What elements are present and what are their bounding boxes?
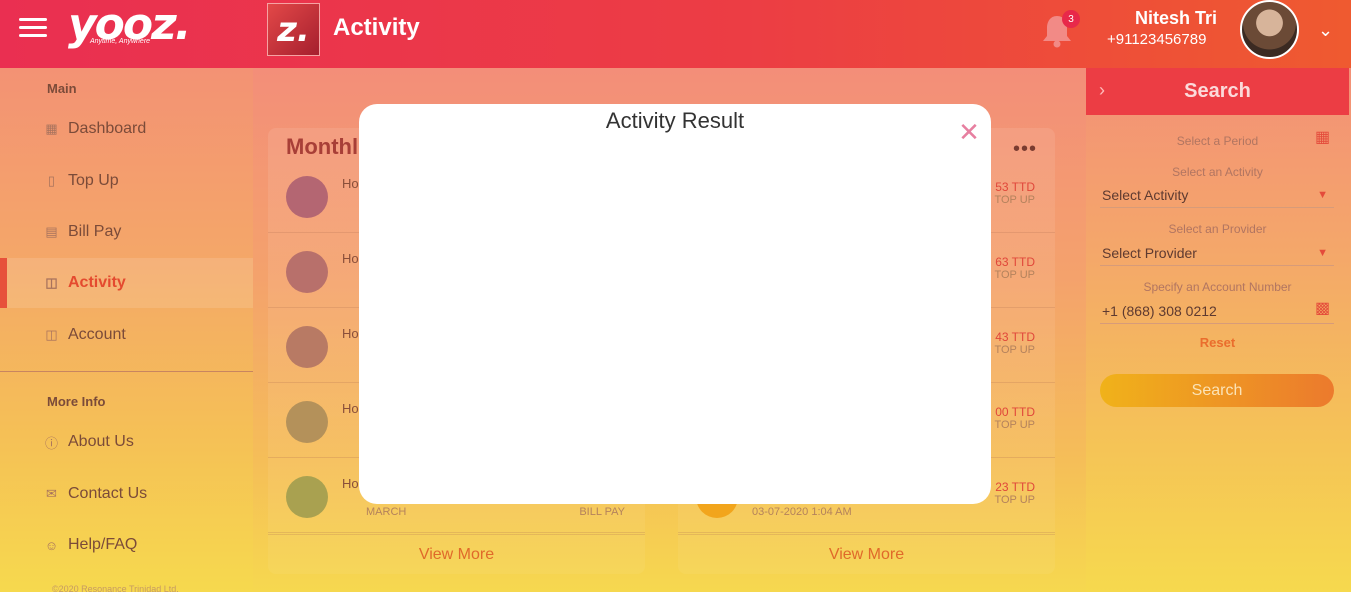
- transaction-type: TOP UP: [994, 419, 1035, 431]
- amount-value: 53: [995, 180, 1009, 194]
- bill-icon: [286, 401, 328, 443]
- card-title: Monthl: [286, 134, 359, 159]
- account-icon: ◫: [45, 327, 58, 342]
- view-more-link[interactable]: View More: [678, 534, 1055, 574]
- account-number-value: +1 (868) 308 0212: [1102, 302, 1217, 319]
- sidebar-item-label: Top Up: [68, 172, 119, 189]
- list-item-label: Ho: [342, 401, 359, 416]
- avatar[interactable]: [1240, 0, 1299, 59]
- transaction-type: TOP UP: [994, 194, 1035, 206]
- sidebar-item-label: Account: [68, 326, 126, 343]
- copyright: ©2020 Resonance Trinidad Ltd.: [52, 584, 179, 592]
- active-indicator: [0, 258, 7, 308]
- search-panel-header: › Search: [1086, 68, 1349, 115]
- amount-value: 63: [995, 255, 1009, 269]
- menu-icon[interactable]: [19, 18, 47, 38]
- sidebar-item-label: Bill Pay: [68, 223, 122, 240]
- user-phone: +91123456789: [1107, 31, 1207, 48]
- logo-tagline: Anytime, Anywhere: [90, 38, 151, 45]
- close-icon[interactable]: ✕: [957, 119, 981, 145]
- contact-book-icon[interactable]: ▩: [1315, 298, 1330, 318]
- amount-value: 43: [995, 330, 1009, 344]
- notification-bell-icon[interactable]: 3: [1042, 10, 1080, 48]
- sidebar-item-label: Dashboard: [68, 120, 147, 137]
- chevron-down-icon: ▼: [1317, 188, 1328, 201]
- currency: TTD: [1011, 330, 1035, 344]
- currency: TTD: [1011, 255, 1035, 269]
- info-icon: ⓘ: [44, 435, 58, 451]
- transaction-type: TOP UP: [994, 269, 1035, 281]
- bill-icon: [286, 251, 328, 293]
- notification-badge: 3: [1062, 10, 1080, 28]
- app-icon: z.: [267, 3, 320, 56]
- activity-icon: ◫: [45, 275, 58, 290]
- currency: TTD: [1011, 405, 1035, 419]
- sidebar-item-label: Help/FAQ: [68, 536, 138, 553]
- list-item-type: BILL PAY: [579, 506, 625, 518]
- provider-select-value: Select Provider: [1102, 244, 1197, 261]
- sidebar-item-account[interactable]: ◫ Account: [0, 310, 253, 360]
- period-label: Select a Period: [1176, 134, 1259, 148]
- search-button[interactable]: Search: [1100, 374, 1334, 407]
- transaction-type: TOP UP: [994, 494, 1035, 506]
- activity-select[interactable]: Select Activity ▼: [1100, 182, 1334, 208]
- transaction-date: 03-07-2020 1:04 AM: [752, 506, 852, 518]
- bill-icon: ▤: [45, 224, 58, 239]
- list-item-label: Ho: [342, 176, 359, 191]
- provider-select[interactable]: Select Provider ▼: [1100, 240, 1334, 266]
- list-item-label: Ho: [342, 476, 359, 491]
- sidebar-item-label: About Us: [68, 433, 134, 450]
- user-name: Nitesh Tri: [1135, 8, 1218, 28]
- list-item-subtitle: MARCH: [366, 506, 407, 518]
- chevron-down-icon[interactable]: ⌄: [1318, 20, 1333, 41]
- currency: TTD: [1011, 180, 1035, 194]
- top-header: yooz. Anytime, Anywhere z. Activity 3 Ni…: [0, 0, 1351, 68]
- view-more-link[interactable]: View More: [268, 534, 645, 574]
- list-item-label: Ho: [342, 326, 359, 341]
- sidebar-item-dashboard[interactable]: ▦ Dashboard: [0, 104, 253, 154]
- sidebar: Main ▦ Dashboard ▯ Top Up ▤ Bill Pay ◫ A…: [0, 68, 253, 592]
- sidebar-heading-main: Main: [47, 81, 77, 96]
- contact-icon: ✉: [46, 486, 57, 501]
- account-label: Specify an Account Number: [1143, 280, 1292, 294]
- list-item-label: Ho: [342, 251, 359, 266]
- bill-icon: [286, 476, 328, 518]
- modal-title: Activity Result: [605, 108, 745, 133]
- sidebar-item-about-us[interactable]: ⓘ About Us: [0, 417, 253, 467]
- search-panel-title: Search: [1184, 80, 1251, 102]
- page-title: Activity: [333, 14, 420, 41]
- sidebar-item-top-up[interactable]: ▯ Top Up: [0, 156, 253, 206]
- transaction-type: TOP UP: [994, 344, 1035, 356]
- transaction-amount: 00 TTD: [995, 405, 1035, 419]
- activity-label: Select an Activity: [1172, 165, 1263, 179]
- amount-value: 23: [995, 480, 1009, 494]
- sidebar-item-activity[interactable]: ◫ Activity: [0, 258, 253, 308]
- search-panel: › Search Select a Period ▦ Select an Act…: [1086, 68, 1351, 592]
- chevron-down-icon: ▼: [1317, 246, 1328, 259]
- calendar-icon[interactable]: ▦: [1315, 127, 1330, 147]
- mobile-phone-icon: ▯: [47, 173, 56, 188]
- transaction-amount: 63 TTD: [995, 255, 1035, 269]
- sidebar-item-label: Activity: [68, 274, 126, 291]
- account-number-field[interactable]: +1 (868) 308 0212: [1100, 298, 1334, 324]
- amount-value: 00: [995, 405, 1009, 419]
- transaction-amount: 53 TTD: [995, 180, 1035, 194]
- sidebar-item-label: Contact Us: [68, 485, 148, 502]
- bill-icon: [286, 326, 328, 368]
- provider-label: Select an Provider: [1168, 222, 1267, 236]
- sidebar-item-bill-pay[interactable]: ▤ Bill Pay: [0, 207, 253, 257]
- dashboard-icon: ▦: [45, 121, 58, 136]
- help-icon: ☺: [44, 537, 59, 553]
- activity-result-modal: Activity Result ✕: [359, 104, 991, 504]
- sidebar-heading-more-info: More Info: [47, 394, 106, 409]
- sidebar-divider: [0, 371, 253, 372]
- transaction-amount: 43 TTD: [995, 330, 1035, 344]
- currency: TTD: [1011, 480, 1035, 494]
- activity-select-value: Select Activity: [1102, 186, 1189, 203]
- transaction-amount: 23 TTD: [995, 480, 1035, 494]
- sidebar-item-help-faq[interactable]: ☺ Help/FAQ: [0, 520, 253, 570]
- bill-icon: [286, 176, 328, 218]
- reset-button[interactable]: Reset: [1086, 335, 1349, 350]
- sidebar-item-contact-us[interactable]: ✉ Contact Us: [0, 469, 253, 519]
